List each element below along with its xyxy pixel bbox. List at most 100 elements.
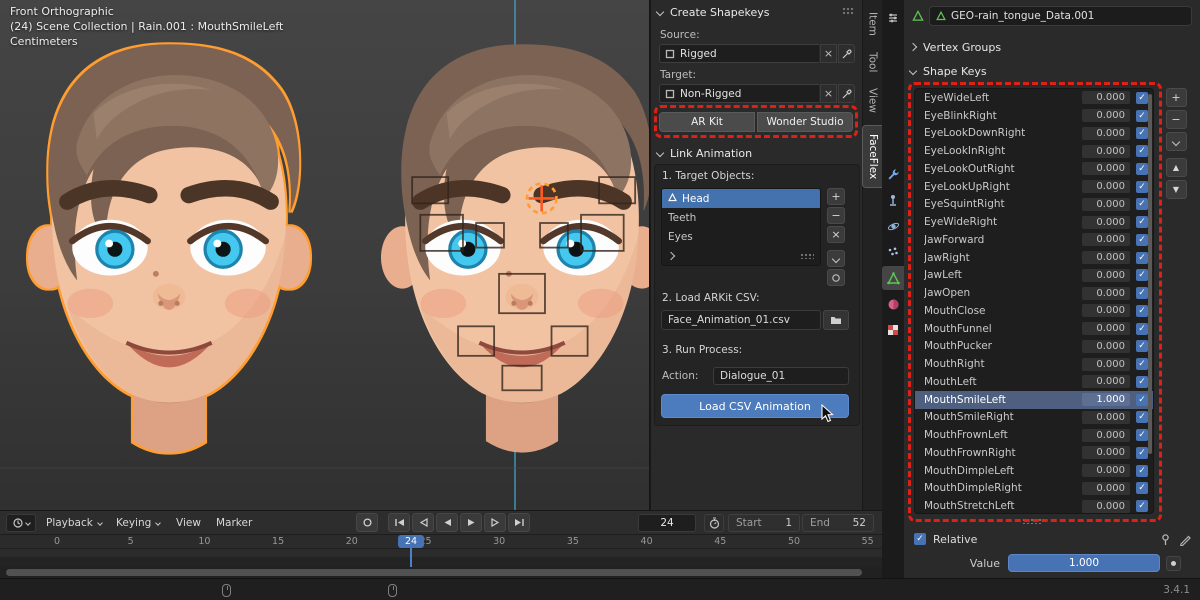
shape-key-value[interactable]: 0.000 <box>1082 446 1130 459</box>
wonder-studio-button[interactable]: Wonder Studio <box>757 112 853 132</box>
shape-key-value[interactable]: 0.000 <box>1082 340 1130 353</box>
shape-key-value[interactable]: 0.000 <box>1082 411 1130 424</box>
shape-key-row[interactable]: MouthFrownLeft0.000✓ <box>915 426 1153 444</box>
shape-key-mute-checkbox[interactable]: ✓ <box>1136 252 1148 264</box>
character-head-left[interactable] <box>28 44 310 452</box>
tab-modifiers[interactable] <box>882 162 904 186</box>
tab-material[interactable] <box>882 292 904 316</box>
shape-key-value[interactable]: 0.000 <box>1082 269 1130 282</box>
source-object-field[interactable]: Rigged <box>659 44 819 63</box>
shape-key-mute-checkbox[interactable]: ✓ <box>1136 269 1148 281</box>
shape-key-row[interactable]: MouthFrownRight0.000✓ <box>915 444 1153 462</box>
shape-key-value[interactable]: 1.000 <box>1082 393 1130 406</box>
shape-key-mute-checkbox[interactable]: ✓ <box>1136 305 1148 317</box>
menu-keying[interactable]: Keying <box>112 511 164 535</box>
character-head-right[interactable] <box>381 44 650 452</box>
shape-key-mute-checkbox[interactable]: ✓ <box>1136 92 1148 104</box>
arkit-button[interactable]: AR Kit <box>659 112 755 132</box>
shape-key-mute-checkbox[interactable]: ✓ <box>1136 287 1148 299</box>
shape-key-mute-checkbox[interactable]: ✓ <box>1136 145 1148 157</box>
shape-key-value[interactable]: 0.000 <box>1082 216 1130 229</box>
shape-key-mute-checkbox[interactable]: ✓ <box>1136 447 1148 459</box>
shape-key-value[interactable]: 0.000 <box>1082 464 1130 477</box>
move-down-button[interactable]: ▼ <box>1166 180 1187 199</box>
shape-key-row[interactable]: MouthStretchLeft0.000✓ <box>915 497 1153 514</box>
shape-key-value[interactable]: 0.000 <box>1082 109 1130 122</box>
move-up-button[interactable]: ▲ <box>1166 158 1187 177</box>
shape-key-value[interactable]: 0.000 <box>1082 304 1130 317</box>
menu-marker[interactable]: Marker <box>212 511 256 535</box>
panel-grip[interactable] <box>842 7 855 15</box>
timeline-ruler[interactable]: 0510152025303540455055 <box>0 535 882 549</box>
shape-key-mute-checkbox[interactable]: ✓ <box>1136 163 1148 175</box>
add-object-button[interactable]: + <box>827 188 845 205</box>
filter-button[interactable] <box>827 269 845 286</box>
pin-icon[interactable] <box>1159 533 1172 546</box>
jump-to-end-button[interactable] <box>508 513 530 532</box>
link-animation-header[interactable]: Link Animation <box>657 144 752 162</box>
target-object-row[interactable]: Eyes <box>662 227 820 246</box>
next-keyframe-button[interactable] <box>484 513 506 532</box>
shape-key-value[interactable]: 0.000 <box>1082 233 1130 246</box>
shape-key-row[interactable]: EyeWideRight0.000✓ <box>915 213 1153 231</box>
target-object-field[interactable]: Non-Rigged <box>659 84 819 103</box>
shape-key-mute-checkbox[interactable]: ✓ <box>1136 340 1148 352</box>
action-field[interactable]: Dialogue_01 <box>713 367 849 385</box>
clear-target-button[interactable]: × <box>820 84 837 103</box>
shape-key-mute-checkbox[interactable]: ✓ <box>1136 198 1148 210</box>
shape-key-row[interactable]: MouthPucker0.000✓ <box>915 338 1153 356</box>
shape-key-mute-checkbox[interactable]: ✓ <box>1136 482 1148 494</box>
shape-key-row[interactable]: MouthDimpleRight0.000✓ <box>915 480 1153 498</box>
shape-key-mute-checkbox[interactable]: ✓ <box>1136 500 1148 512</box>
remove-object-button[interactable]: − <box>827 207 845 224</box>
target-object-row[interactable]: Teeth <box>662 208 820 227</box>
shape-keys-section[interactable]: Shape Keys <box>910 62 987 80</box>
viewport-3d[interactable]: Front Orthographic (24) Scene Collection… <box>0 0 650 510</box>
eyedropper-icon[interactable] <box>838 44 855 63</box>
use-preview-range-button[interactable] <box>704 514 724 532</box>
shape-key-mute-checkbox[interactable]: ✓ <box>1136 216 1148 228</box>
create-shapekeys-header[interactable]: Create Shapekeys <box>657 3 769 21</box>
shape-key-mute-checkbox[interactable]: ✓ <box>1136 465 1148 477</box>
list-resize-grip[interactable] <box>1022 518 1042 524</box>
sidebar-tab-tool[interactable]: Tool <box>863 44 883 80</box>
tab-constraints[interactable] <box>882 188 904 212</box>
list-expander-row[interactable] <box>662 246 820 265</box>
timeline-scrollbar[interactable] <box>6 569 862 576</box>
playhead[interactable]: 24 <box>410 535 412 567</box>
shape-key-value[interactable]: 0.000 <box>1082 251 1130 264</box>
tab-physics[interactable] <box>882 214 904 238</box>
record-button[interactable] <box>356 513 378 532</box>
timeline-tracks[interactable] <box>0 549 882 567</box>
shape-key-row[interactable]: JawRight0.000✓ <box>915 249 1153 267</box>
specials-menu-button[interactable] <box>827 250 845 267</box>
shape-key-mute-checkbox[interactable]: ✓ <box>1136 429 1148 441</box>
current-frame-field[interactable]: 24 <box>638 514 696 532</box>
shape-key-row[interactable]: EyeSquintRight0.000✓ <box>915 196 1153 214</box>
clear-list-button[interactable]: × <box>827 226 845 243</box>
shape-key-value[interactable]: 0.000 <box>1082 429 1130 442</box>
timeline-editor[interactable]: Playback Keying View Marker 24 Start1 <box>0 510 882 578</box>
shape-key-value[interactable]: 0.000 <box>1082 145 1130 158</box>
shape-key-value[interactable]: 0.000 <box>1082 180 1130 193</box>
open-file-button[interactable] <box>823 310 849 330</box>
shape-key-value[interactable]: 0.000 <box>1082 358 1130 371</box>
editor-type-button[interactable] <box>6 514 36 532</box>
shape-key-row[interactable]: MouthDimpleLeft0.000✓ <box>915 462 1153 480</box>
target-object-row[interactable]: Head <box>662 189 820 208</box>
add-shape-key-button[interactable]: + <box>1166 88 1187 107</box>
sidebar-tab-view[interactable]: View <box>863 80 883 121</box>
shape-key-mute-checkbox[interactable]: ✓ <box>1136 323 1148 335</box>
shape-key-list[interactable]: EyeWideLeft0.000✓EyeBlinkRight0.000✓EyeL… <box>914 88 1154 514</box>
keyframe-button[interactable] <box>1166 556 1181 571</box>
shape-key-scrollbar[interactable] <box>1148 94 1152 454</box>
shape-key-mute-checkbox[interactable]: ✓ <box>1136 394 1148 406</box>
shape-key-row[interactable]: JawForward0.000✓ <box>915 231 1153 249</box>
shape-key-row[interactable]: MouthRight0.000✓ <box>915 355 1153 373</box>
start-frame-field[interactable]: Start1 <box>728 514 800 532</box>
list-resize-grip[interactable] <box>800 253 814 259</box>
sidebar-tab-faceflex[interactable]: FaceFlex <box>862 125 883 188</box>
shape-key-mute-checkbox[interactable]: ✓ <box>1136 234 1148 246</box>
datablock-name-field[interactable]: GEO-rain_tongue_Data.001 <box>929 6 1192 26</box>
shape-key-value[interactable]: 0.000 <box>1082 287 1130 300</box>
